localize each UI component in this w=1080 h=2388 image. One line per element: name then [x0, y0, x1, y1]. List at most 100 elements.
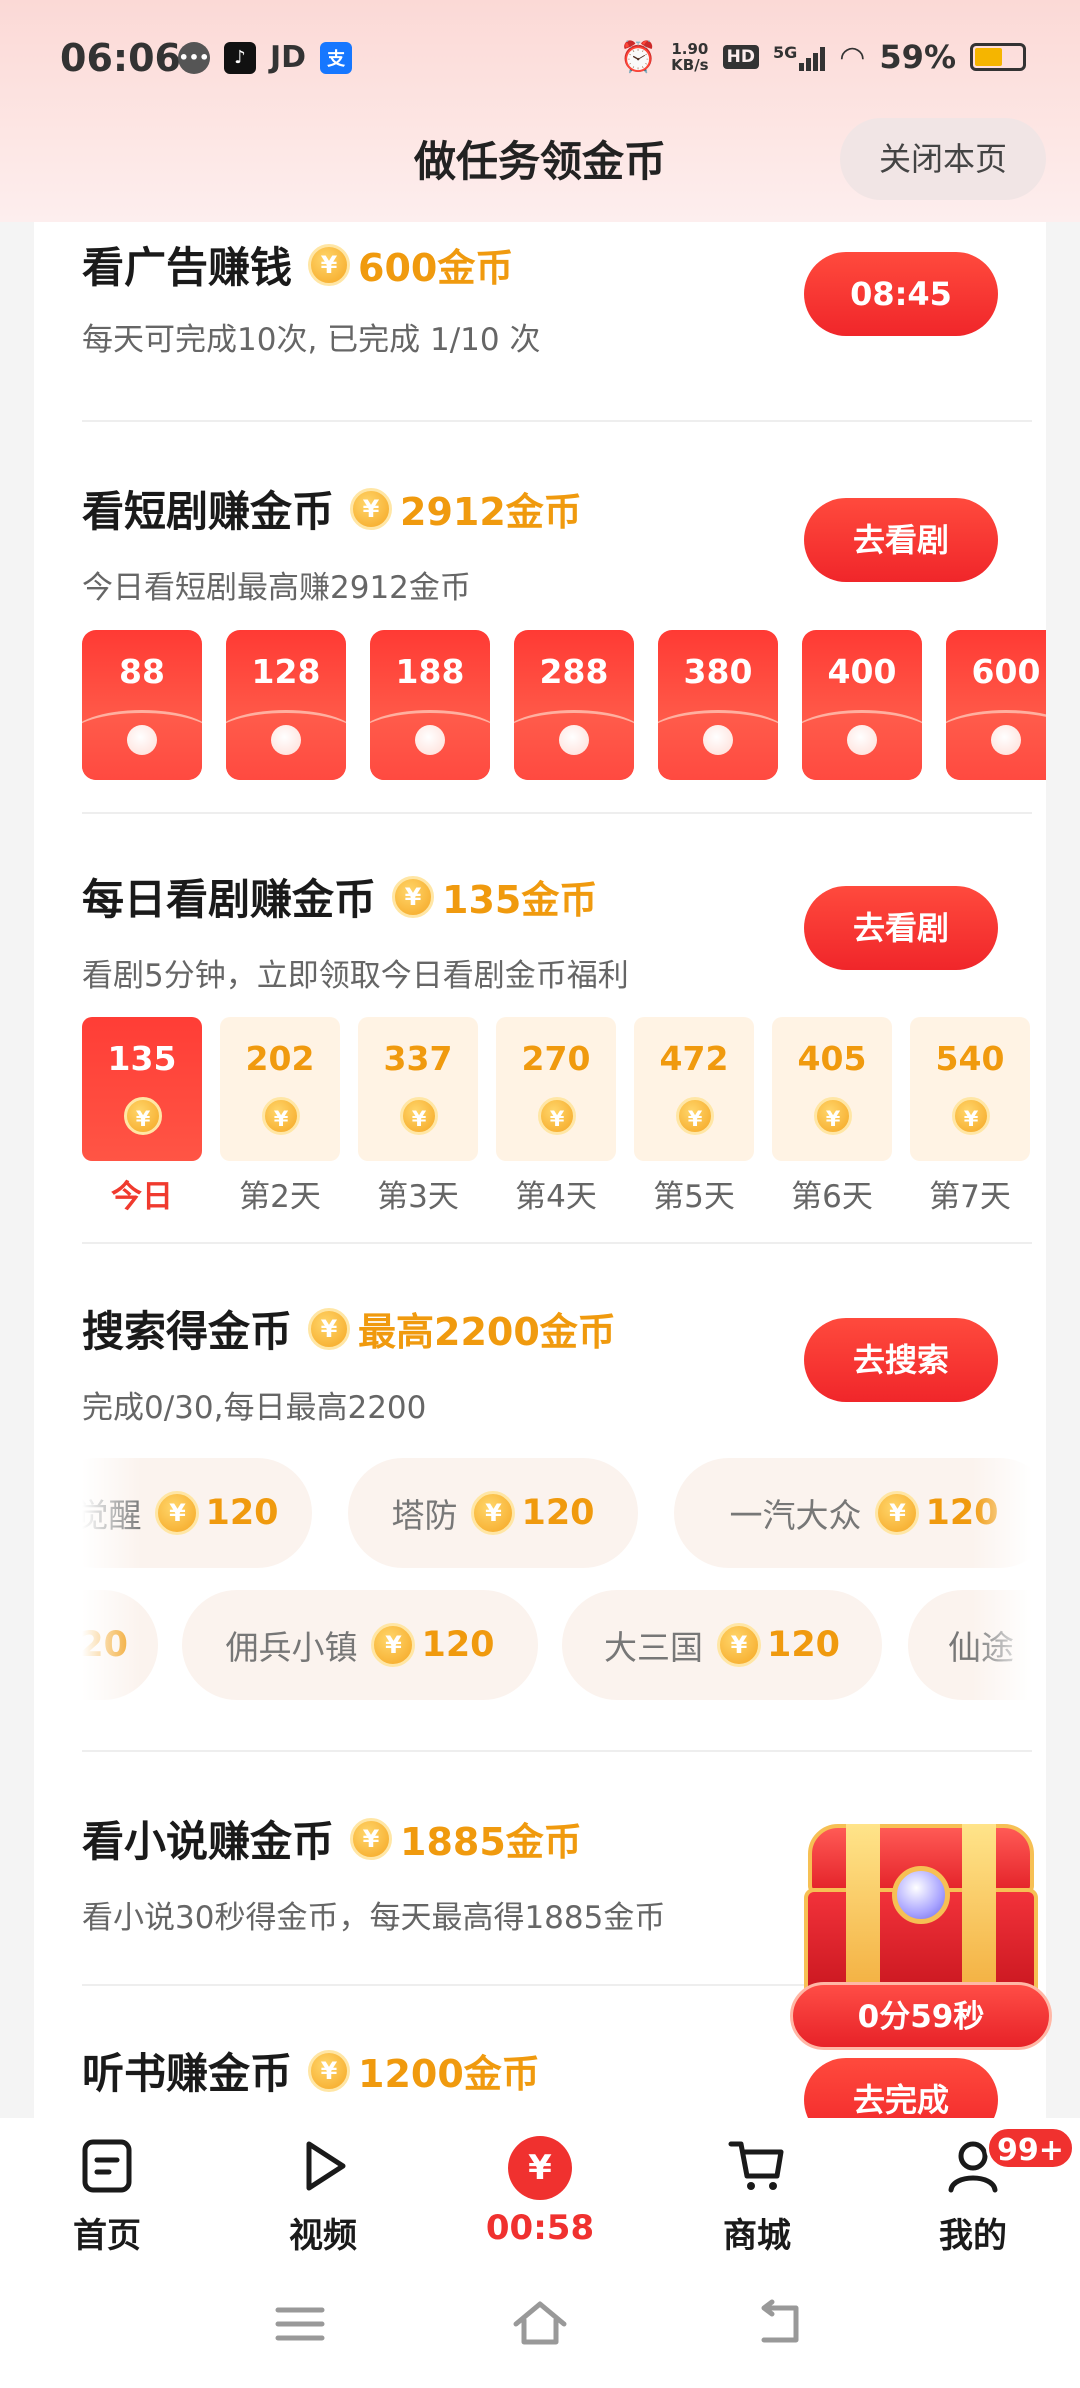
reward-value: 188: [395, 652, 465, 691]
daily-drama-reward: 135金币: [442, 878, 598, 922]
red-envelope-row: 88 128 188 288 380 400 600: [82, 630, 1046, 780]
novel-task-title: 看小说赚金币 ¥ 1885金币: [82, 1808, 582, 1869]
coin-icon: ¥: [716, 1623, 761, 1667]
status-time: 06:06: [60, 36, 181, 80]
audiobook-task-label: 听书赚金币: [82, 2049, 293, 2098]
signal-icon: 5G: [773, 43, 826, 71]
notification-badge: 99+: [986, 2126, 1075, 2170]
hd-icon: HD: [722, 45, 759, 69]
red-envelope[interactable]: 188: [370, 630, 490, 780]
divider: [82, 420, 1032, 422]
day-label: 第3天: [377, 1179, 459, 1215]
day-box: 202 ¥: [220, 1017, 340, 1161]
red-envelope[interactable]: 128: [226, 630, 346, 780]
chest-strap: [962, 1824, 996, 2008]
red-envelope[interactable]: 380: [658, 630, 778, 780]
tag-name: 大三国: [603, 1628, 703, 1667]
short-drama-sub: 今日看短剧最高赚2912金币: [82, 570, 471, 606]
home-icon[interactable]: [510, 2294, 570, 2354]
red-envelope[interactable]: 400: [802, 630, 922, 780]
nav-coin-timer[interactable]: ¥ 00:58: [465, 2136, 615, 2248]
go-search-button[interactable]: 去搜索: [804, 1318, 998, 1402]
menu-icon[interactable]: [270, 2294, 330, 2354]
coin-icon: ¥: [875, 1491, 920, 1535]
envelope-seal: [127, 725, 157, 755]
novel-task-reward: 1885金币: [400, 1820, 582, 1864]
alipay-icon: 支: [320, 41, 353, 74]
checkin-day[interactable]: 540 ¥ 第7天: [910, 1017, 1030, 1216]
bottom-nav: 首页 视频 ¥ 00:58 商城 我的: [0, 2118, 1080, 2268]
network-speed: 1.90 KB/s: [671, 41, 708, 73]
reward-value: 540: [935, 1039, 1005, 1078]
coin-icon: ¥: [814, 1097, 852, 1135]
coin-icon: ¥: [262, 1097, 300, 1135]
red-envelope[interactable]: 88: [82, 630, 202, 780]
search-tag[interactable]: 大三国 ¥120: [562, 1590, 882, 1700]
watch-daily-drama-button[interactable]: 去看剧: [804, 886, 998, 970]
envelope-seal: [703, 725, 733, 755]
daily-drama-title: 每日看剧赚金币 ¥ 135金币: [82, 866, 597, 927]
checkin-day[interactable]: 405 ¥ 第6天: [772, 1017, 892, 1216]
go-complete-button[interactable]: 去完成: [804, 2058, 998, 2122]
search-task-label: 搜索得金币: [82, 1307, 293, 1356]
scroll-fade: [972, 1590, 1032, 1700]
nav-mine-label: 我的: [939, 2216, 1007, 2256]
checkin-day[interactable]: 202 ¥ 第2天: [220, 1017, 340, 1216]
day-box: 337 ¥: [358, 1017, 478, 1161]
ad-task-reward: 600金币: [358, 246, 514, 290]
coin-icon: ¥: [124, 1097, 162, 1135]
top-bar: 06:06 ••• ♪ JD 支 ⏰ 1.90 KB/s HD 5G ◠ 59%: [0, 0, 1080, 222]
day-box: 405 ¥: [772, 1017, 892, 1161]
reward-value: 400: [827, 652, 897, 691]
nav-video[interactable]: 视频: [248, 2136, 398, 2257]
day-label: 第6天: [791, 1179, 873, 1215]
ad-countdown-button[interactable]: 08:45: [804, 252, 998, 336]
reward-value: 88: [119, 652, 165, 691]
treasure-chest-widget[interactable]: 0分59秒: [790, 1824, 1052, 2060]
envelope-seal: [415, 725, 445, 755]
nav-mall-label: 商城: [723, 2216, 791, 2256]
checkin-day[interactable]: 337 ¥ 第3天: [358, 1017, 478, 1216]
back-icon[interactable]: [750, 2294, 810, 2354]
tag-amount: 120: [521, 1493, 595, 1533]
tag-amount: 120: [766, 1625, 841, 1665]
wifi-icon: ◠: [839, 39, 866, 75]
red-envelope[interactable]: 600: [946, 630, 1046, 780]
nav-home-label: 首页: [73, 2216, 141, 2256]
nav-mall[interactable]: 商城: [682, 2136, 832, 2257]
coin-icon: ¥: [308, 1307, 351, 1350]
home-doc-icon: [82, 2139, 132, 2193]
checkin-day[interactable]: 472 ¥ 第5天: [634, 1017, 754, 1216]
daily-drama-sub: 看剧5分钟，立即领取今日看剧金币福利: [82, 958, 629, 994]
coin-icon: ¥: [350, 1817, 393, 1860]
checkin-day[interactable]: 270 ¥ 第4天: [496, 1017, 616, 1216]
reward-value: 337: [383, 1039, 453, 1078]
envelope-seal: [559, 725, 589, 755]
coin-icon: ¥: [308, 243, 351, 286]
envelope-seal: [991, 725, 1021, 755]
search-task-title: 搜索得金币 ¥ 最高2200金币: [82, 1298, 616, 1359]
alarm-icon: ⏰: [619, 39, 658, 75]
reward-value: 405: [797, 1039, 867, 1078]
battery-percent: 59%: [879, 38, 956, 76]
scroll-fade: [972, 1458, 1032, 1568]
envelope-seal: [271, 725, 301, 755]
coin-icon: ¥: [676, 1097, 714, 1135]
tag-name: 塔防: [391, 1496, 458, 1535]
watch-drama-button[interactable]: 去看剧: [804, 498, 998, 582]
search-tag[interactable]: 佣兵小镇 ¥120: [182, 1590, 538, 1700]
scroll-fade: [82, 1458, 142, 1568]
battery-icon: [970, 43, 1026, 71]
checkin-day[interactable]: 135 ¥ 今日: [82, 1017, 202, 1216]
coin-icon: ¥: [952, 1097, 990, 1135]
tag-amount: 120: [421, 1625, 495, 1665]
reward-value: 380: [683, 652, 753, 691]
red-envelope[interactable]: 288: [514, 630, 634, 780]
novel-task-sub: 看小说30秒得金币，每天最高得1885金币: [82, 1900, 666, 1936]
search-tag[interactable]: 塔防 ¥120: [348, 1458, 638, 1568]
divider: [82, 812, 1032, 814]
close-page-button[interactable]: 关闭本页: [840, 118, 1046, 200]
coin-icon: ¥: [155, 1491, 200, 1535]
nav-home[interactable]: 首页: [32, 2136, 182, 2257]
ad-task-label: 看广告赚钱: [82, 243, 293, 292]
